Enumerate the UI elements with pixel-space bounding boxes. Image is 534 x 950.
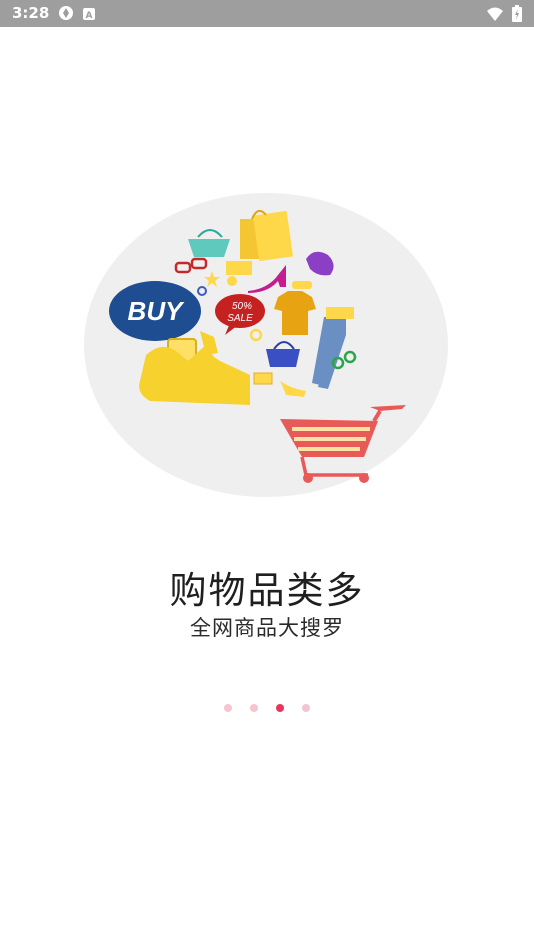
page-dot-3-active[interactable] [276,704,284,712]
sale-tag-label: SALE [227,313,253,324]
top-icon [326,307,354,319]
bracelet-icon [292,281,312,289]
wifi-icon [486,6,504,26]
page-dot-1[interactable] [224,704,232,712]
page-indicator [0,704,534,712]
notification-a-icon: A [82,6,96,25]
onboarding-title: 购物品类多 [169,569,365,612]
status-time: 3:28 [12,4,50,22]
battery-icon [512,5,522,26]
sync-icon [58,5,74,25]
page-dot-4[interactable] [302,704,310,712]
wallet-icon [226,261,252,275]
page-dot-2[interactable] [250,704,258,712]
svg-text:A: A [86,11,93,21]
status-bar: 3:28 A [0,0,534,27]
earring-icon [227,276,237,286]
onboarding-subtitle: 全网商品大搜罗 [190,616,344,640]
onboarding-illustration: BUY 50% SALE [80,185,460,515]
buy-bubble-text: BUY [128,296,186,326]
sale-tag-percent: 50% [232,301,252,312]
card-icon [253,372,273,385]
